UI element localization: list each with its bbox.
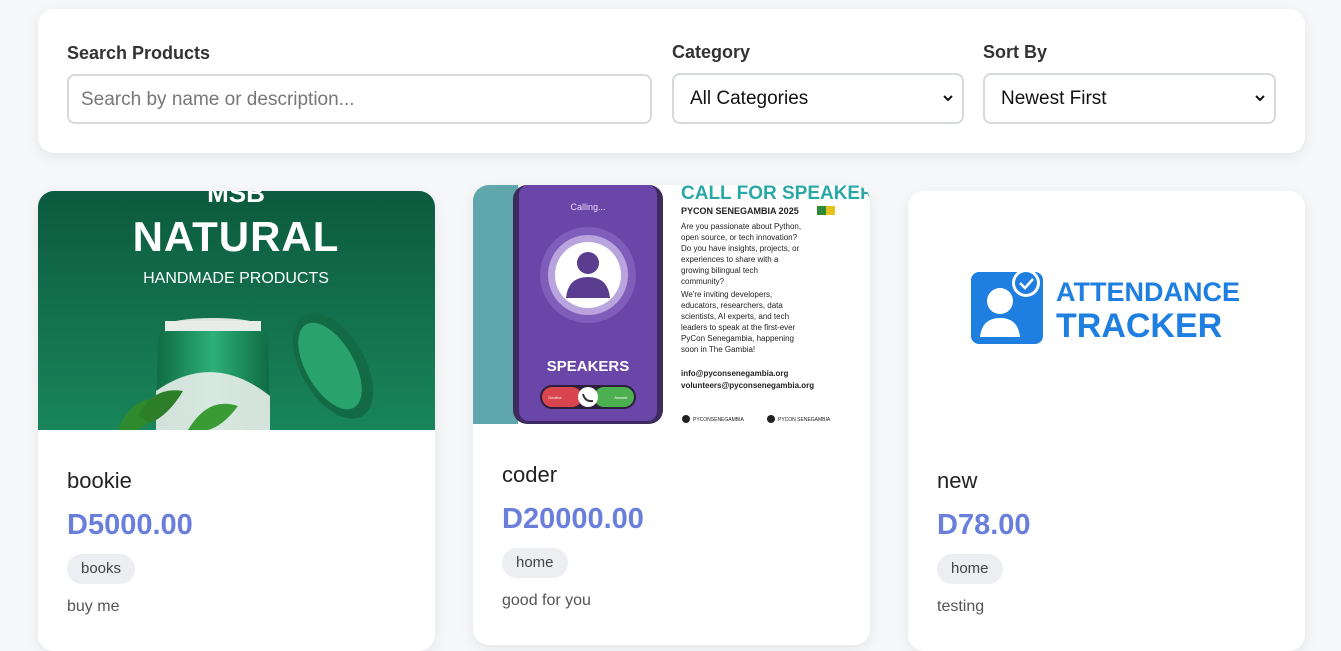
email-1-text: info@pyconsenegambia.org <box>681 369 788 378</box>
phone-label-text: SPEAKERS <box>547 358 630 375</box>
category-badge: books <box>67 554 136 584</box>
brand-sub-text: HANDMADE PRODUCTS <box>143 270 329 287</box>
paragraph-2-line: PyCon Senegambia, happening <box>681 334 794 343</box>
social-1-text: PYCONSENEGAMBIA <box>693 417 745 423</box>
brand-main-text: NATURAL <box>133 213 340 260</box>
product-description: testing <box>937 598 985 615</box>
product-image[interactable]: MSB NATURAL HANDMADE PRODUCTS <box>38 191 435 430</box>
sort-select[interactable]: Newest First <box>983 73 1276 124</box>
search-placeholder: Search by name or description... <box>81 89 355 110</box>
product-price: D78.00 <box>937 509 1031 541</box>
product-image[interactable]: ATTENDANCE TRACKER <box>908 191 1305 430</box>
product-description: buy me <box>67 598 120 615</box>
paragraph-2-line: scientists, AI experts, and tech <box>681 312 789 321</box>
calling-text: Calling... <box>570 202 605 212</box>
product-card[interactable]: ATTENDANCE TRACKER new D78.00 home testi… <box>908 191 1305 651</box>
product-name[interactable]: coder <box>502 462 557 488</box>
social-2-text: PYCON SENEGAMBIA <box>778 417 831 423</box>
paragraph-1-line: Do you have insights, projects, or <box>681 244 800 253</box>
chevron-down-icon <box>943 95 953 102</box>
sort-selected-value: Newest First <box>1001 88 1107 109</box>
attendance-tracker-image: ATTENDANCE TRACKER <box>908 191 1305 430</box>
product-image[interactable]: Calling... SPEAKERS Decline Answer CALL … <box>473 185 870 424</box>
search-label: Search Products <box>67 43 211 63</box>
product-price: D20000.00 <box>502 503 644 535</box>
paragraph-1-line: experiences to share with a <box>681 255 779 264</box>
paragraph-2-line: soon in The Gambia! <box>681 345 755 354</box>
category-select[interactable]: All Categories <box>672 73 964 124</box>
product-name[interactable]: new <box>937 468 977 494</box>
paragraph-1-line: community? <box>681 277 725 286</box>
msb-natural-image: MSB NATURAL HANDMADE PRODUCTS <box>38 191 435 430</box>
category-label: Category <box>672 42 751 62</box>
paragraph-2-line: We're inviting developers, <box>681 290 772 299</box>
category-selected-value: All Categories <box>690 88 809 109</box>
product-card[interactable]: MSB NATURAL HANDMADE PRODUCTS bookie D50… <box>38 191 435 651</box>
headline-text: CALL FOR SPEAKERS <box>681 185 870 204</box>
filters-panel: Search Products Search by name or descri… <box>38 9 1305 153</box>
paragraph-2-line: educators, researchers, data <box>681 301 783 310</box>
subhead-text: PYCON SENEGAMBIA 2025 <box>681 206 799 216</box>
decline-text: Decline <box>548 395 562 400</box>
paragraph-2-line: leaders to speak at the first-ever <box>681 323 796 332</box>
product-price: D5000.00 <box>67 509 193 541</box>
product-name[interactable]: bookie <box>67 468 132 494</box>
search-input[interactable]: Search by name or description... <box>67 74 652 124</box>
pycon-speakers-image: Calling... SPEAKERS Decline Answer CALL … <box>473 185 870 424</box>
product-description: good for you <box>502 592 591 609</box>
paragraph-1-line: growing bilingual tech <box>681 266 758 275</box>
category-badge: home <box>937 554 1003 584</box>
chevron-down-icon <box>1255 95 1265 102</box>
paragraph-1-line: open source, or tech innovation? <box>681 233 798 242</box>
email-2-text: volunteers@pyconsenegambia.org <box>681 381 814 390</box>
category-badge: home <box>502 548 568 578</box>
sort-label: Sort By <box>983 42 1048 62</box>
product-card[interactable]: Calling... SPEAKERS Decline Answer CALL … <box>473 185 870 645</box>
tracker-line-1: ATTENDANCE <box>1056 277 1240 307</box>
tracker-line-2: TRACKER <box>1056 307 1222 345</box>
brand-top-text: MSB <box>207 191 265 208</box>
paragraph-1-line: Are you passionate about Python, <box>681 222 801 231</box>
answer-text: Answer <box>614 395 628 400</box>
